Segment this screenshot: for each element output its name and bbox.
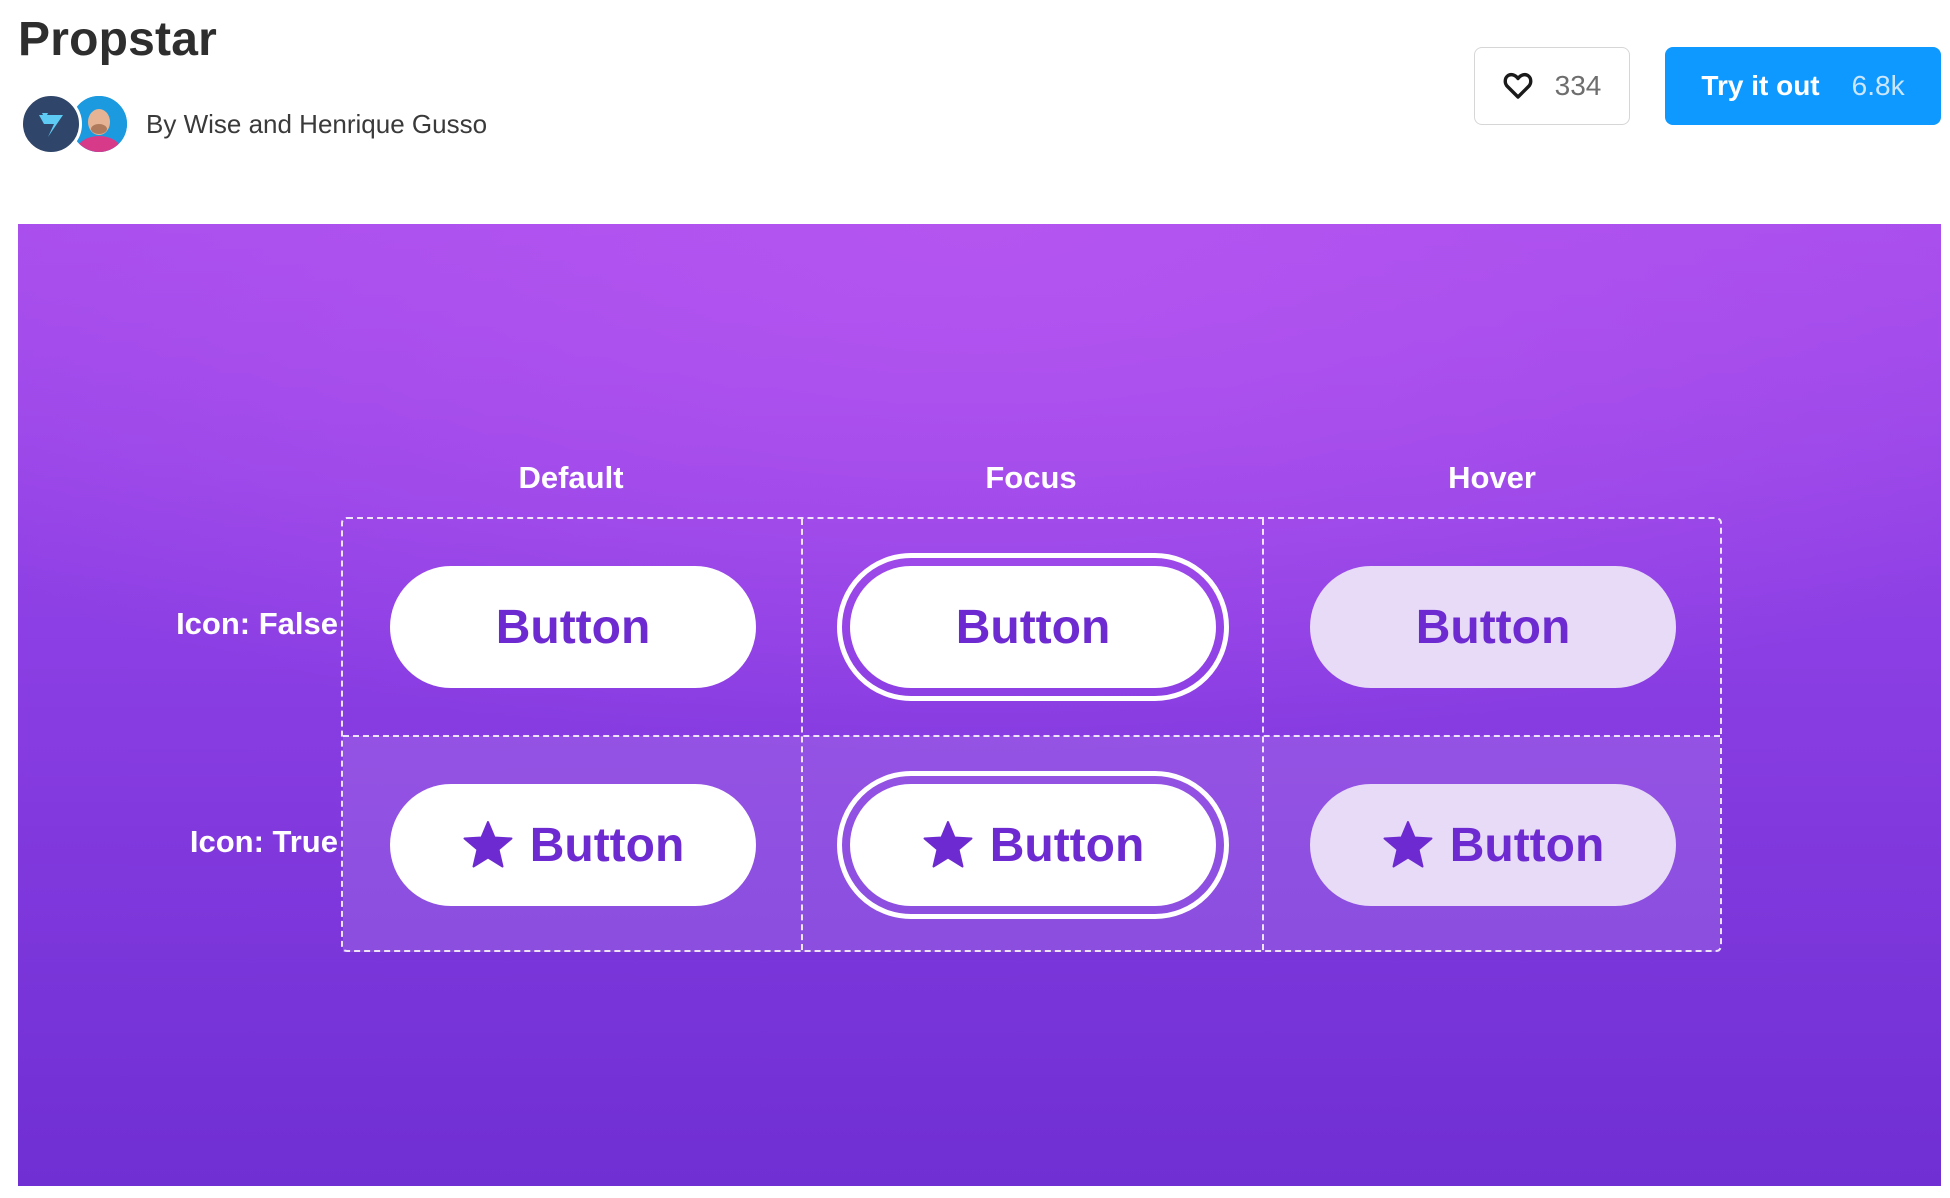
button-label: Button xyxy=(1449,818,1605,872)
cell-hover-icon-true: Button xyxy=(1263,737,1723,953)
cell-default-icon-false: Button xyxy=(343,519,803,735)
column-header-focus: Focus xyxy=(985,460,1077,495)
button-label: Button xyxy=(989,818,1145,872)
button-label: Button xyxy=(529,818,685,872)
avatar-wise[interactable] xyxy=(20,93,82,155)
try-it-out-label: Try it out xyxy=(1701,70,1820,101)
like-count: 334 xyxy=(1554,70,1602,101)
button-hover-with-icon[interactable]: Button xyxy=(1310,784,1676,906)
button-label: Button xyxy=(1415,600,1571,654)
cell-focus-icon-true: Button xyxy=(803,737,1263,953)
button-focus-with-icon[interactable]: Button xyxy=(850,784,1216,906)
page-title: Propstar xyxy=(18,13,217,66)
column-header-default: Default xyxy=(518,460,624,495)
cell-default-icon-true: Button xyxy=(343,737,803,953)
button-default[interactable]: Button xyxy=(390,566,756,688)
try-count: 6.8k xyxy=(1851,70,1905,101)
button-focus[interactable]: Button xyxy=(850,566,1216,688)
star-icon xyxy=(1383,821,1433,868)
button-default-with-icon[interactable]: Button xyxy=(390,784,756,906)
like-button[interactable]: 334 xyxy=(1474,47,1630,125)
author-line: By Wise and Henrique Gusso xyxy=(20,93,487,155)
variant-grid: Button Button Button Button Button Butto… xyxy=(341,517,1722,952)
try-it-out-button[interactable]: Try it out 6.8k xyxy=(1665,47,1941,125)
row-header-icon-false: Icon: False xyxy=(176,606,338,641)
wise-logo-icon xyxy=(39,113,63,137)
heart-icon xyxy=(1503,72,1533,99)
star-icon xyxy=(923,821,973,868)
focus-ring: Button xyxy=(837,553,1229,701)
preview-image: Default Focus Hover Icon: False Icon: Tr… xyxy=(18,224,1941,1186)
cell-focus-icon-false: Button xyxy=(803,519,1263,735)
author-byline: By Wise and Henrique Gusso xyxy=(146,108,488,139)
star-icon xyxy=(463,821,513,868)
page: Propstar By Wise and Henrique Gusso 334 … xyxy=(0,0,1950,1198)
button-label: Button xyxy=(955,600,1111,654)
cell-hover-icon-false: Button xyxy=(1263,519,1723,735)
focus-ring: Button xyxy=(837,771,1229,919)
row-header-icon-true: Icon: True xyxy=(189,824,338,859)
button-hover[interactable]: Button xyxy=(1310,566,1676,688)
column-header-hover: Hover xyxy=(1448,460,1536,495)
button-label: Button xyxy=(495,600,651,654)
